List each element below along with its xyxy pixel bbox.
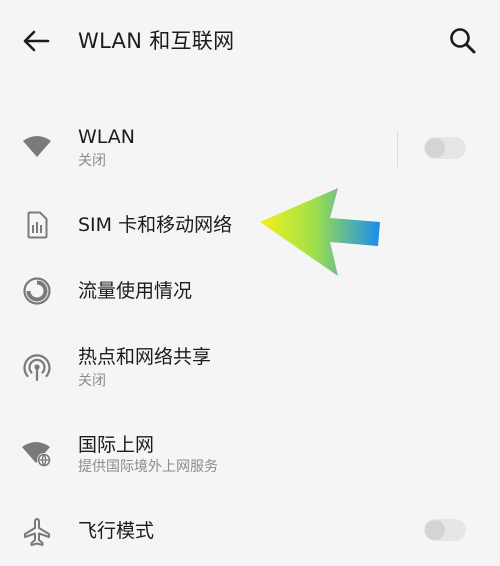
- list-item-label: 飞行模式: [78, 520, 155, 542]
- list-item-label: 热点和网络共享: [78, 346, 212, 368]
- arrow-left-icon: [23, 30, 50, 52]
- list-item-label: WLAN: [78, 126, 136, 148]
- list-item-wlan[interactable]: WLAN 关闭: [0, 118, 500, 178]
- list-item-label: 国际上网: [78, 434, 155, 456]
- list-item-sim-mobile-network[interactable]: SIM 卡和移动网络: [0, 200, 500, 250]
- divider: [397, 131, 398, 167]
- toggle-knob: [425, 138, 445, 158]
- list-item-international-internet[interactable]: 国际上网 提供国际境外上网服务: [0, 426, 500, 486]
- list-item-description: 提供国际境外上网服务: [78, 459, 218, 475]
- wlan-toggle[interactable]: [424, 137, 466, 159]
- airplane-mode-toggle[interactable]: [424, 519, 466, 541]
- app-header: WLAN 和互联网: [0, 0, 500, 84]
- list-item-label: SIM 卡和移动网络: [78, 214, 233, 236]
- list-item-status: 关闭: [78, 153, 106, 169]
- search-icon: [450, 28, 476, 54]
- toggle-knob: [425, 520, 445, 540]
- list-item-data-usage[interactable]: 流量使用情况: [0, 266, 500, 316]
- list-item-status: 关闭: [78, 373, 106, 389]
- wifi-icon: [20, 130, 54, 164]
- hotspot-icon: [20, 351, 54, 385]
- list-item-airplane-mode[interactable]: 飞行模式: [0, 508, 500, 558]
- data-usage-icon: [20, 274, 54, 308]
- wlan-internet-settings-screen: WLAN 和互联网 WLAN 关闭 SIM 卡和移动网络 流量使用情况 热点和网…: [0, 0, 500, 566]
- page-title: WLAN 和互联网: [78, 29, 235, 53]
- back-button[interactable]: [18, 24, 54, 58]
- list-item-hotspot-tethering[interactable]: 热点和网络共享 关闭: [0, 338, 500, 398]
- list-item-label: 流量使用情况: [78, 280, 193, 302]
- search-button[interactable]: [444, 22, 482, 60]
- airplane-icon: [20, 515, 54, 549]
- global-wifi-icon: [20, 437, 54, 471]
- sim-card-icon: [20, 208, 54, 242]
